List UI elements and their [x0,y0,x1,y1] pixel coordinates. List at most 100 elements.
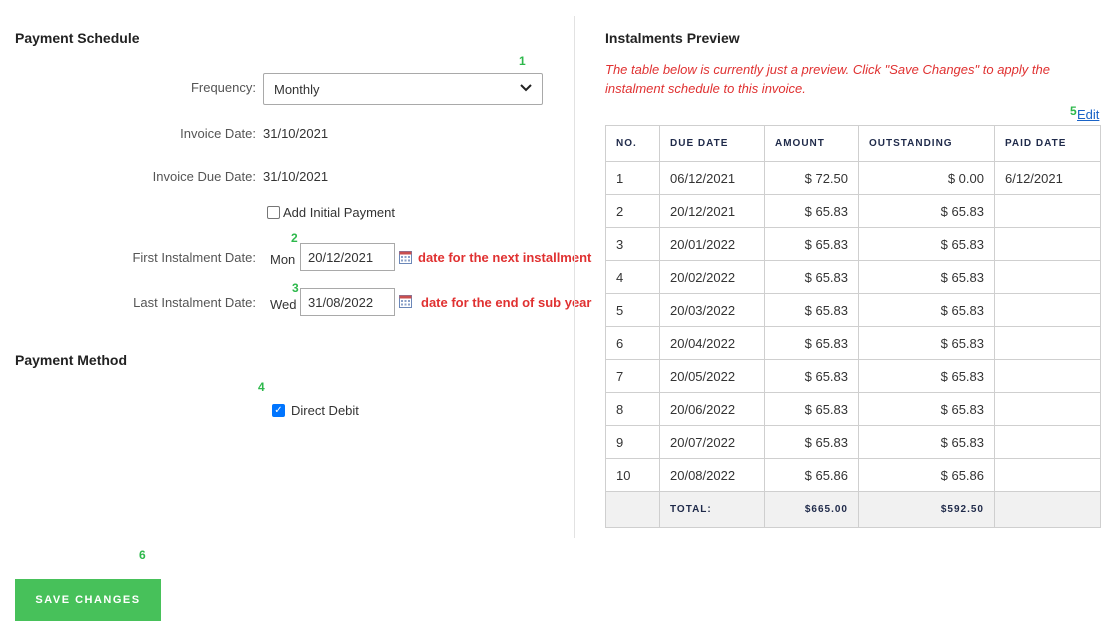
table-row: 1 06/12/2021 $ 72.50 $ 0.00 6/12/2021 [605,161,1101,195]
last-instalment-day: Wed [270,297,297,312]
table-row: 4 20/02/2022 $ 65.83 $ 65.83 [605,260,1101,294]
table-header-row: NO. DUE DATE AMOUNT OUTSTANDING PAID DAT… [605,125,1101,162]
cell-outstanding: $ 65.83 [858,359,995,393]
invoice-date-label: Invoice Date: [180,126,256,141]
marker-1: 1 [519,54,526,68]
table-row: 7 20/05/2022 $ 65.83 $ 65.83 [605,359,1101,393]
cell-due-date: 20/04/2022 [659,326,765,360]
total-label: TOTAL: [659,491,765,528]
total-cell-empty [994,491,1101,528]
chevron-down-icon [520,83,532,95]
direct-debit-checkbox[interactable]: ✓ [272,404,285,417]
cell-outstanding: $ 65.83 [858,260,995,294]
payment-schedule-title: Payment Schedule [15,30,140,46]
table-total-row: TOTAL: $665.00 $592.50 [605,491,1101,528]
cell-outstanding: $ 0.00 [858,161,995,195]
invoice-due-date-label: Invoice Due Date: [152,169,256,184]
invoice-date-value: 31/10/2021 [263,126,329,141]
cell-outstanding: $ 65.83 [858,194,995,228]
cell-amount: $ 65.83 [764,227,859,261]
frequency-select-value: Monthly [274,81,320,97]
column-divider [574,16,575,538]
cell-outstanding: $ 65.83 [858,227,995,261]
calendar-icon[interactable] [399,295,412,313]
marker-2: 2 [291,231,298,245]
total-outstanding: $592.50 [858,491,995,528]
cell-amount: $ 65.86 [764,458,859,492]
cell-amount: $ 65.83 [764,392,859,426]
cell-due-date: 20/12/2021 [659,194,765,228]
header-no: NO. [605,125,660,162]
cell-paid-date [994,326,1101,360]
cell-amount: $ 72.50 [764,161,859,195]
calendar-icon[interactable] [399,251,412,269]
cell-no: 4 [605,260,660,294]
marker-6: 6 [139,548,146,562]
cell-paid-date [994,359,1101,393]
cell-due-date: 06/12/2021 [659,161,765,195]
marker-4: 4 [258,380,265,394]
cell-paid-date: 6/12/2021 [994,161,1101,195]
cell-outstanding: $ 65.83 [858,425,995,459]
instalments-table: NO. DUE DATE AMOUNT OUTSTANDING PAID DAT… [605,125,1101,528]
frequency-select[interactable]: Monthly [263,73,543,105]
cell-amount: $ 65.83 [764,326,859,360]
cell-due-date: 20/02/2022 [659,260,765,294]
cell-amount: $ 65.83 [764,260,859,294]
marker-3: 3 [292,281,299,295]
cell-no: 1 [605,161,660,195]
cell-no: 9 [605,425,660,459]
first-instalment-date-input[interactable]: 20/12/2021 [300,243,395,271]
first-instalment-annotation: date for the next installment [418,250,592,265]
total-cell-empty [605,491,660,528]
table-row: 9 20/07/2022 $ 65.83 $ 65.83 [605,425,1101,459]
table-row: 8 20/06/2022 $ 65.83 $ 65.83 [605,392,1101,426]
add-initial-payment-row: Add Initial Payment [267,205,395,220]
cell-outstanding: $ 65.83 [858,392,995,426]
frequency-label: Frequency: [190,80,256,95]
header-amount: AMOUNT [764,125,859,162]
cell-amount: $ 65.83 [764,293,859,327]
cell-no: 7 [605,359,660,393]
cell-no: 3 [605,227,660,261]
instalments-preview-title: Instalments Preview [605,30,740,46]
cell-no: 2 [605,194,660,228]
cell-amount: $ 65.83 [764,194,859,228]
cell-amount: $ 65.83 [764,425,859,459]
cell-amount: $ 65.83 [764,359,859,393]
save-changes-button[interactable]: SAVE CHANGES [15,579,161,621]
cell-due-date: 20/06/2022 [659,392,765,426]
cell-outstanding: $ 65.86 [858,458,995,492]
first-instalment-label: First Instalment Date: [132,250,256,265]
add-initial-payment-checkbox[interactable] [267,206,280,219]
cell-paid-date [994,425,1101,459]
last-instalment-date-input[interactable]: 31/08/2022 [300,288,395,316]
cell-due-date: 20/08/2022 [659,458,765,492]
cell-paid-date [994,293,1101,327]
cell-no: 5 [605,293,660,327]
cell-no: 10 [605,458,660,492]
instalments-table-wrap: NO. DUE DATE AMOUNT OUTSTANDING PAID DAT… [605,125,1101,528]
cell-paid-date [994,194,1101,228]
cell-paid-date [994,458,1101,492]
table-row: 5 20/03/2022 $ 65.83 $ 65.83 [605,293,1101,327]
table-row: 6 20/04/2022 $ 65.83 $ 65.83 [605,326,1101,360]
last-instalment-annotation: date for the end of sub year [421,295,592,310]
cell-no: 6 [605,326,660,360]
edit-link[interactable]: Edit [1077,107,1099,122]
direct-debit-row: ✓ Direct Debit [272,403,359,418]
invoice-due-date-value: 31/10/2021 [263,169,329,184]
cell-paid-date [994,392,1101,426]
header-outstanding: OUTSTANDING [858,125,995,162]
total-amount: $665.00 [764,491,859,528]
header-paid-date: PAID DATE [994,125,1101,162]
cell-due-date: 20/01/2022 [659,227,765,261]
payment-method-title: Payment Method [15,352,128,368]
cell-due-date: 20/05/2022 [659,359,765,393]
cell-paid-date [994,260,1101,294]
table-row: 3 20/01/2022 $ 65.83 $ 65.83 [605,227,1101,261]
cell-due-date: 20/07/2022 [659,425,765,459]
first-instalment-day: Mon [270,252,296,267]
cell-paid-date [994,227,1101,261]
header-due-date: DUE DATE [659,125,765,162]
